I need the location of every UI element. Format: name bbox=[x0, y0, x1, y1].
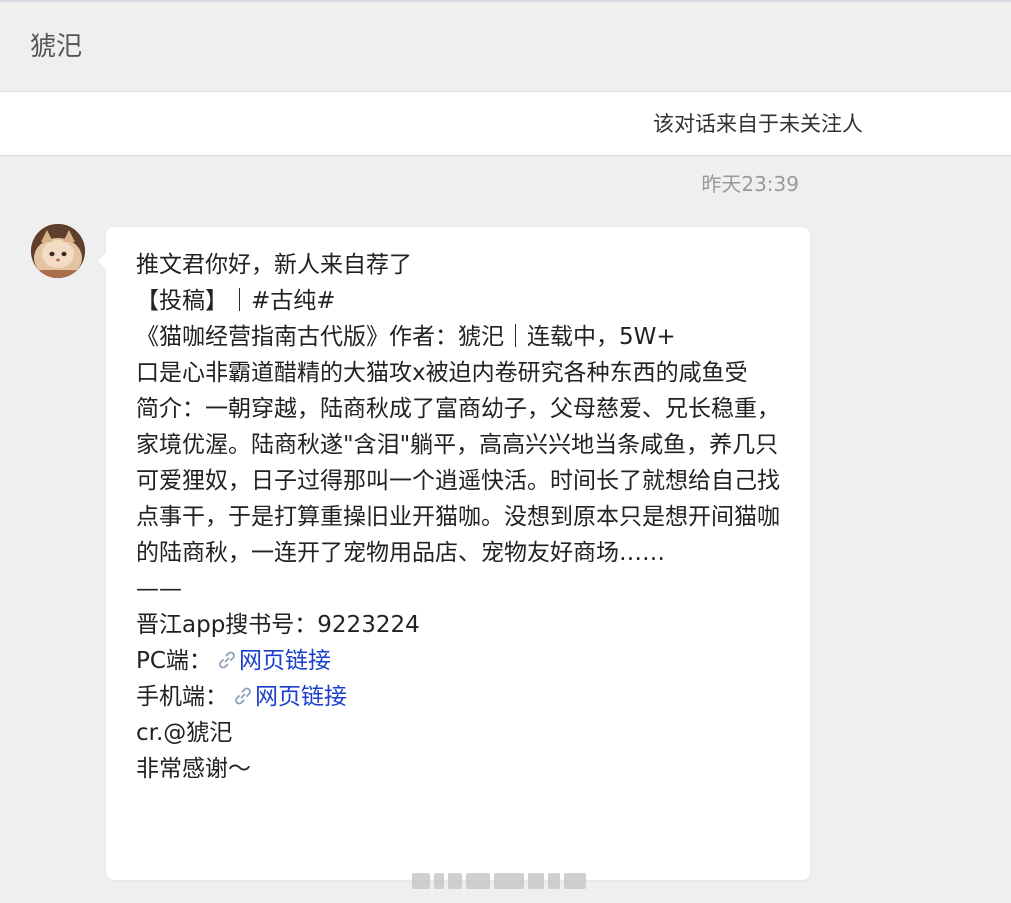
blur-block bbox=[548, 873, 560, 889]
message-line: 口是心非霸道醋精的大猫攻x被迫内卷研究各种东西的咸鱼受 bbox=[136, 360, 748, 386]
chat-header: 猇汜 bbox=[0, 2, 1011, 92]
blur-block bbox=[494, 873, 524, 889]
message-line: —— bbox=[136, 576, 182, 602]
message-line: 推文君你好，新人来自荐了 bbox=[136, 252, 412, 278]
pc-web-link[interactable]: 网页链接 bbox=[239, 648, 331, 674]
message-line: cr.@猇汜 bbox=[136, 720, 233, 746]
message-line: 《猫咖经营指南古代版》作者：猇汜｜连载中，5W+ bbox=[136, 324, 676, 350]
message-content: 推文君你好，新人来自荐了 【投稿】｜#古纯# 《猫咖经营指南古代版》作者：猇汜｜… bbox=[136, 247, 796, 787]
link-icon bbox=[219, 651, 235, 669]
message-line: 简介：一朝穿越，陆商秋成了富商幼子，父母慈爱、兄长稳重，家境优渥。陆商秋遂"含泪… bbox=[136, 396, 780, 566]
message-line: 【投稿】｜#古纯# bbox=[136, 288, 336, 314]
pc-link-label: PC端： bbox=[136, 648, 212, 674]
mobile-link-row: 手机端： 网页链接 bbox=[136, 679, 796, 715]
blur-block bbox=[434, 873, 444, 889]
blur-block bbox=[564, 873, 586, 889]
blur-block bbox=[412, 873, 430, 889]
watermark-blur bbox=[412, 871, 604, 891]
mobile-link-label: 手机端： bbox=[136, 684, 228, 710]
blur-block bbox=[528, 873, 544, 889]
link-icon bbox=[235, 687, 251, 705]
pc-link-row: PC端： 网页链接 bbox=[136, 643, 796, 679]
chat-title: 猇汜 bbox=[30, 32, 83, 62]
stranger-notice-bar: 该对话来自于未关注人 bbox=[0, 92, 1011, 156]
blur-block bbox=[466, 873, 490, 889]
message-timestamp: 昨天23:39 bbox=[701, 172, 799, 196]
mobile-web-link[interactable]: 网页链接 bbox=[255, 684, 347, 710]
message-bubble: 推文君你好，新人来自荐了 【投稿】｜#古纯# 《猫咖经营指南古代版》作者：猇汜｜… bbox=[98, 227, 810, 880]
stranger-notice-text: 该对话来自于未关注人 bbox=[653, 112, 863, 136]
message-line: 非常感谢～ bbox=[136, 756, 251, 782]
cat-avatar-icon bbox=[31, 224, 85, 278]
blur-block bbox=[448, 873, 462, 889]
message-line: 晋江app搜书号：9223224 bbox=[136, 612, 420, 638]
sender-avatar[interactable] bbox=[31, 224, 85, 278]
bubble-tail bbox=[98, 253, 106, 269]
